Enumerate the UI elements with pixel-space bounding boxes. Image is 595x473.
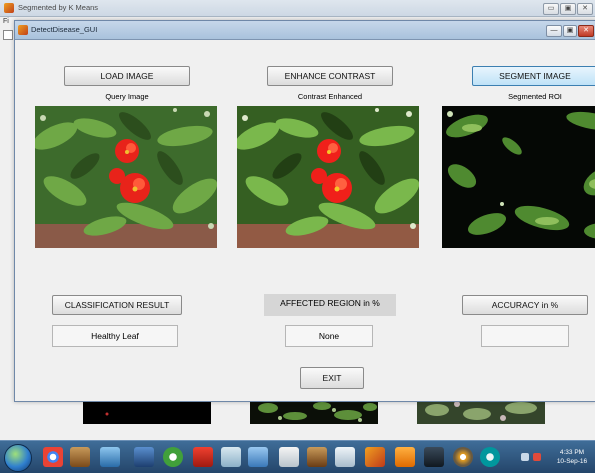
classification-result-button[interactable]: CLASSIFICATION RESULT xyxy=(52,295,182,315)
accuracy-field xyxy=(481,325,569,347)
clock-date: 10-Sep-16 xyxy=(556,458,588,465)
clock-time: 4:33 PM xyxy=(559,449,585,456)
package-icon[interactable] xyxy=(70,447,90,467)
network-icon[interactable] xyxy=(100,447,120,467)
pdf-icon[interactable] xyxy=(193,447,213,467)
background-window-titlebar: Segmented by K Means ▭ ▣ ✕ xyxy=(0,0,595,17)
start-orb-icon[interactable] xyxy=(4,444,32,472)
close-button[interactable]: ✕ xyxy=(577,3,593,15)
classification-result-field: Healthy Leaf xyxy=(52,325,178,347)
segmented-roi-image xyxy=(442,106,595,248)
contrast-enhanced-caption: Contrast Enhanced xyxy=(297,92,363,101)
note-icon[interactable] xyxy=(248,447,268,467)
dialog-titlebar: DetectDisease_GUI — ▣ ✕ xyxy=(15,21,595,40)
matlab-logo-icon xyxy=(4,3,14,13)
exit-button[interactable]: EXIT xyxy=(300,367,364,389)
maximize-button[interactable]: ▣ xyxy=(560,3,576,15)
matlab-icon[interactable] xyxy=(365,447,385,467)
query-image xyxy=(35,106,217,248)
vlc-icon[interactable] xyxy=(395,447,415,467)
dialog-maximize-button[interactable]: ▣ xyxy=(563,25,577,37)
enhance-contrast-button[interactable]: ENHANCE CONTRAST xyxy=(267,66,393,86)
affected-region-label: AFFECTED REGION in % xyxy=(264,294,396,316)
dialog-close-button[interactable]: ✕ xyxy=(578,25,594,37)
photo-icon[interactable] xyxy=(134,447,154,467)
document-icon[interactable] xyxy=(279,447,299,467)
tray-arrow-icon[interactable] xyxy=(521,453,529,461)
dialog-title: DetectDisease_GUI xyxy=(31,25,98,34)
chrome-icon[interactable] xyxy=(43,447,63,467)
background-window-title: Segmented by K Means xyxy=(18,3,99,12)
box-icon[interactable] xyxy=(307,447,327,467)
torrent-icon[interactable] xyxy=(163,447,183,467)
arduino-icon[interactable] xyxy=(480,447,500,467)
notepad-icon[interactable] xyxy=(335,447,355,467)
taskbar-clock[interactable]: 4:33 PM 10-Sep-16 xyxy=(551,448,593,466)
matlab-logo-icon xyxy=(18,25,28,35)
pen-icon[interactable] xyxy=(221,447,241,467)
affected-region-field: None xyxy=(285,325,373,347)
detect-disease-dialog: DetectDisease_GUI — ▣ ✕ LOAD IMAGE ENHAN… xyxy=(14,20,595,402)
dialog-minimize-button[interactable]: — xyxy=(546,25,562,37)
segment-image-button[interactable]: SEGMENT IMAGE xyxy=(472,66,595,86)
minimize-button[interactable]: ▭ xyxy=(543,3,559,15)
gimp-icon[interactable] xyxy=(453,447,473,467)
contrast-enhanced-image xyxy=(237,106,419,248)
load-image-button[interactable]: LOAD IMAGE xyxy=(64,66,190,86)
query-image-caption: Query Image xyxy=(105,92,149,101)
tray-flag-icon[interactable] xyxy=(533,453,541,461)
new-file-icon[interactable] xyxy=(3,30,13,40)
taskbar: 4:33 PM 10-Sep-16 xyxy=(0,440,595,473)
segmented-roi-caption: Segmented ROI xyxy=(508,92,562,101)
file-menu[interactable]: Fi xyxy=(3,18,9,25)
p-icon[interactable] xyxy=(424,447,444,467)
accuracy-button[interactable]: ACCURACY in % xyxy=(462,295,588,315)
